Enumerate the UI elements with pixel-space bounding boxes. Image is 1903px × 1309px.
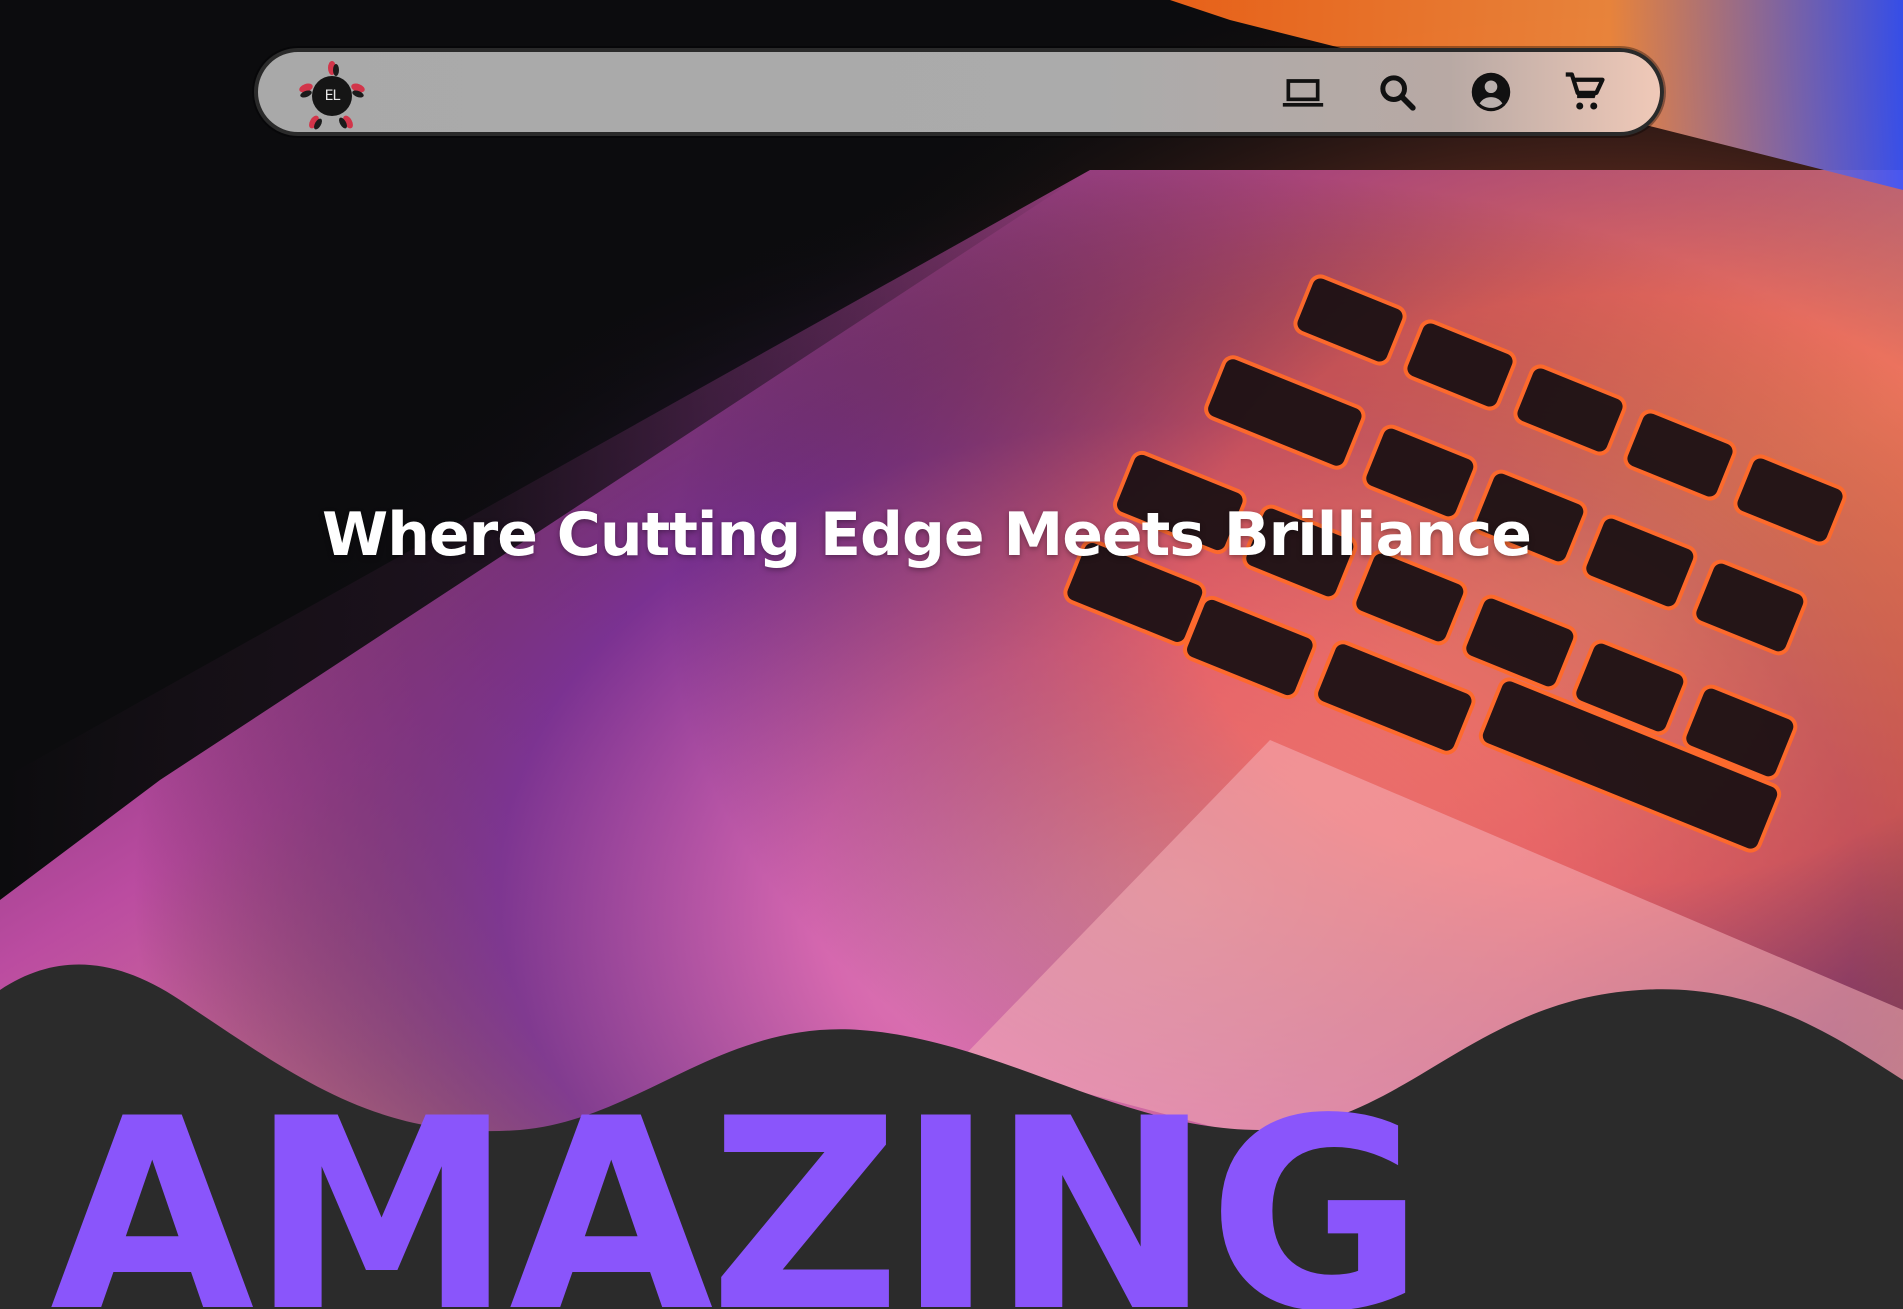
cart-icon[interactable] xyxy=(1562,69,1608,115)
brand-logo[interactable]: EL xyxy=(296,60,368,132)
hero-big-word: AMAZING xyxy=(50,1063,1425,1309)
navbar-actions xyxy=(1280,52,1608,132)
logo-text: EL xyxy=(324,88,341,104)
page: EL Where Cutting Edge Meets Brilliance A… xyxy=(0,0,1903,1309)
top-navbar: EL xyxy=(254,48,1664,136)
laptop-icon[interactable] xyxy=(1280,69,1326,115)
hero-headline: Where Cutting Edge Meets Brilliance xyxy=(322,500,1532,570)
search-icon[interactable] xyxy=(1374,69,1420,115)
account-icon[interactable] xyxy=(1468,69,1514,115)
